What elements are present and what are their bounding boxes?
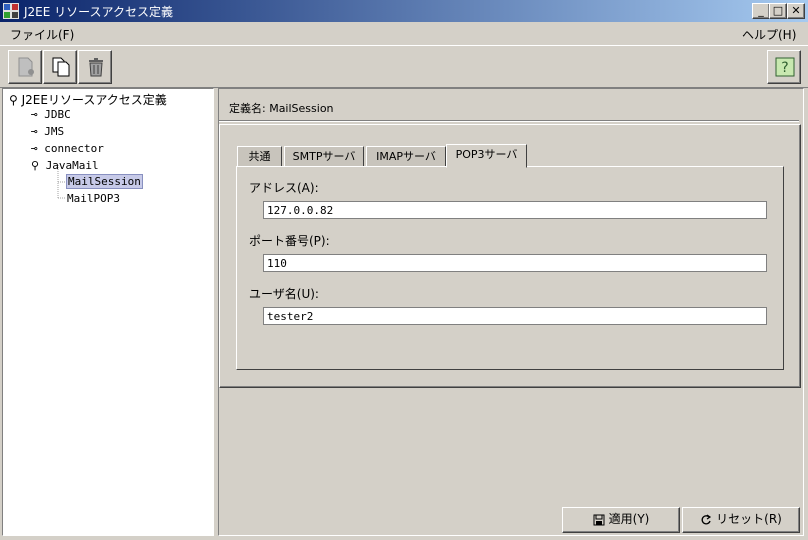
menu-file[interactable]: ファイル(F) [10,26,74,43]
tree-node-mailpop3[interactable]: MailPOP3 [67,192,120,205]
key-icon: ⊸ [31,125,38,138]
toolbar: ? [0,45,808,88]
username-label: ユーザ名(U): [249,287,319,301]
tab-imap[interactable]: IMAPサーバ [366,146,446,168]
tree-root[interactable]: ⚲ J2EEリソースアクセス定義 [9,91,167,108]
delete-button[interactable] [78,50,112,84]
key-icon: ⊸ [31,108,38,121]
new-icon [18,57,34,77]
svg-text:?: ? [781,60,788,76]
tree-node-javamail[interactable]: ⚲ JavaMail [31,159,99,172]
tree-node-connector[interactable]: ⊸ connector [31,142,104,155]
resource-tree[interactable]: ⚲ J2EEリソースアクセス定義 ⊸ JDBC ⊸ JMS ⊸ connecto… [2,88,214,536]
copy-icon [52,57,70,77]
reset-button[interactable]: リセット(R) [682,507,800,533]
minimize-button[interactable]: _ [752,3,770,19]
app-icon [3,3,19,19]
definition-name: 定義名: MailSession [229,102,334,115]
tab-pop3[interactable]: POP3サーバ [446,144,527,168]
help-icon: ? [775,57,795,77]
key-icon: ⊸ [31,142,38,155]
address-input[interactable]: 127.0.0.82 [263,201,767,219]
new-button[interactable] [8,50,42,84]
title-bar: J2EE リソースアクセス定義 _ □ ✕ [0,0,808,22]
pop3-tab-panel: アドレス(A): 127.0.0.82 ポート番号(P): 110 ユーザ名(U… [236,166,784,370]
username-input[interactable]: tester2 [263,307,767,325]
tree-node-jdbc[interactable]: ⊸ JDBC [31,108,71,121]
tab-smtp[interactable]: SMTPサーバ [284,146,364,168]
menu-bar: ファイル(F) ヘルプ(H) [0,23,808,44]
trash-icon [89,58,103,77]
port-input[interactable]: 110 [263,254,767,272]
tree-node-mailsession[interactable]: MailSession [66,174,143,189]
tree-node-jms[interactable]: ⊸ JMS [31,125,64,138]
window-title: J2EE リソースアクセス定義 [24,5,173,19]
save-icon [593,514,605,525]
tab-common[interactable]: 共通 [237,146,282,168]
help-button[interactable]: ? [767,50,801,84]
key-icon: ⚲ [9,93,18,107]
maximize-button[interactable]: □ [769,3,787,19]
reset-icon [701,514,712,524]
copy-button[interactable] [43,50,77,84]
definition-header: 定義名: MailSession [219,89,799,119]
apply-button[interactable]: 適用(Y) [562,507,680,533]
close-button[interactable]: ✕ [787,3,805,19]
tree-lines [57,165,66,199]
menu-help[interactable]: ヘルプ(H) [742,26,796,43]
port-label: ポート番号(P): [249,234,330,248]
address-label: アドレス(A): [249,181,319,195]
key-icon: ⚲ [31,159,40,172]
